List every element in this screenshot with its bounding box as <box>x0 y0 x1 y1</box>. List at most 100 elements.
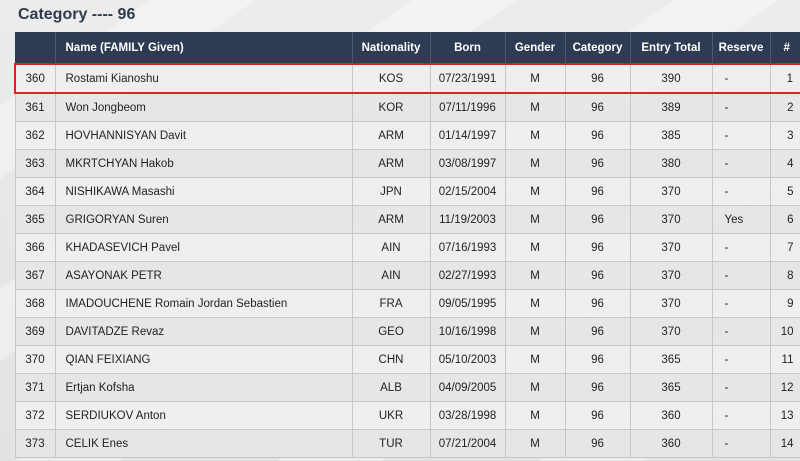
cell-id: 367 <box>14 261 56 290</box>
cell-entry-total: 390 <box>629 63 713 94</box>
cell-born: 07/11/1996 <box>429 92 506 122</box>
cell-category: 96 <box>564 121 631 150</box>
cell-id: 364 <box>14 177 56 206</box>
column-header-born[interactable]: Born <box>429 32 505 64</box>
cell-nationality: ARM <box>351 149 431 178</box>
cell-category: 96 <box>564 289 631 318</box>
cell-gender: M <box>504 429 566 458</box>
table-row[interactable]: 361 Won Jongbeom KOR 07/11/1996 M 96 389-2 <box>14 92 800 122</box>
cell-name: MKRTCHYAN Hakob <box>54 149 353 178</box>
cell-name: CELIK Enes <box>54 429 353 458</box>
cell-born: 04/09/2005 <box>429 373 506 402</box>
table-row-highlighted[interactable]: 360 Rostami Kianoshu KOS 07/23/1991 M 96 390-1 <box>14 63 800 94</box>
column-header-reserve[interactable]: Reserve <box>711 32 770 64</box>
cell-number: 1 <box>769 63 800 94</box>
cell-number: 14 <box>769 429 800 458</box>
cell-entry-total: 360 <box>629 401 713 430</box>
cell-gender: M <box>504 92 566 122</box>
cell-category: 96 <box>564 401 631 430</box>
table-row[interactable]: 370 QIAN FEIXIANG CHN 05/10/2003 M 96 365-11 <box>14 345 800 374</box>
cell-reserve: - <box>711 317 771 346</box>
cell-number: 8 <box>769 261 800 290</box>
cell-reserve: - <box>711 149 771 178</box>
cell-category: 96 <box>564 63 631 94</box>
cell-entry-total: 370 <box>629 289 713 318</box>
table-row[interactable]: 365 GRIGORYAN Suren ARM 11/19/2003 M 96 370 Yes… <box>14 205 800 234</box>
cell-gender: M <box>504 261 566 290</box>
table-row[interactable]: 367 ASAYONAK PETR AIN 02/27/1993 M 96 370-8 <box>14 261 800 290</box>
cell-number: 9 <box>769 289 800 318</box>
cell-name: Won Jongbeom <box>54 92 353 122</box>
cell-category: 96 <box>564 373 631 402</box>
table-row[interactable]: 362 HOVHANNISYAN Davit ARM 01/14/1997 M 96 385… <box>14 121 800 150</box>
page-title: Category ---- 96 <box>18 6 136 23</box>
cell-reserve: - <box>711 177 771 206</box>
table-row[interactable]: 368 IMADOUCHENE Romain Jordan Sebastien FR… <box>14 289 800 318</box>
cell-id: 360 <box>14 63 56 94</box>
table-row[interactable]: 371 Ertjan Kofsha ALB 04/09/2005 M 96 365-12 <box>14 373 800 402</box>
table-header-row: Name (FAMILY Given) Nationality Born Gen… <box>15 32 800 64</box>
cell-id: 372 <box>14 401 56 430</box>
cell-number: 11 <box>769 345 800 374</box>
cell-nationality: ALB <box>351 373 431 402</box>
cell-gender: M <box>504 233 566 262</box>
cell-category: 96 <box>564 345 631 374</box>
table-row[interactable]: 373 CELIK Enes TUR 07/21/2004 M 96 360-14 <box>14 429 800 458</box>
column-header-category[interactable]: Category <box>564 32 630 64</box>
cell-nationality: AIN <box>351 261 431 290</box>
cell-nationality: ARM <box>351 121 431 150</box>
cell-id: 366 <box>14 233 56 262</box>
column-header-name[interactable]: Name (FAMILY Given) <box>54 32 352 64</box>
cell-number: 10 <box>769 317 800 346</box>
cell-id: 363 <box>14 149 56 178</box>
cell-born: 03/08/1997 <box>429 149 506 178</box>
table-row[interactable]: 366 KHADASEVICH Pavel AIN 07/16/1993 M 96 370-… <box>14 233 800 262</box>
cell-born: 07/21/2004 <box>429 429 506 458</box>
cell-name: GRIGORYAN Suren <box>54 205 353 234</box>
cell-name: HOVHANNISYAN Davit <box>54 121 353 150</box>
cell-number: 5 <box>769 177 800 206</box>
cell-name: DAVITADZE Revaz <box>54 317 353 346</box>
cell-nationality: TUR <box>351 429 431 458</box>
cell-name: Rostami Kianoshu <box>54 63 353 94</box>
column-header-number[interactable]: # <box>769 32 800 64</box>
cell-reserve: - <box>711 121 771 150</box>
cell-reserve: - <box>711 261 771 290</box>
table-body: 360 Rostami Kianoshu KOS 07/23/1991 M 96 390-1… <box>14 63 800 458</box>
cell-id: 362 <box>14 121 56 150</box>
column-header-gender[interactable]: Gender <box>504 32 565 64</box>
cell-category: 96 <box>564 92 631 122</box>
cell-number: 3 <box>769 121 800 150</box>
cell-gender: M <box>504 345 566 374</box>
cell-category: 96 <box>564 317 631 346</box>
cell-nationality: AIN <box>351 233 431 262</box>
cell-entry-total: 360 <box>629 429 713 458</box>
table-row[interactable]: 364 NISHIKAWA Masashi JPN 02/15/2004 M 96 370-… <box>14 177 800 206</box>
cell-born: 09/05/1995 <box>429 289 506 318</box>
cell-nationality: JPN <box>351 177 431 206</box>
cell-gender: M <box>504 121 566 150</box>
cell-gender: M <box>504 149 566 178</box>
cell-name: SERDIUKOV Anton <box>54 401 353 430</box>
table-row[interactable]: 369 DAVITADZE Revaz GEO 10/16/1998 M 96 370-10 <box>14 317 800 346</box>
cell-category: 96 <box>564 205 631 234</box>
table-row[interactable]: 372 SERDIUKOV Anton UKR 03/28/1998 M 96 360-13 <box>14 401 800 430</box>
column-header-entry-total[interactable]: Entry Total <box>629 32 712 64</box>
cell-reserve: - <box>711 345 771 374</box>
cell-entry-total: 370 <box>629 317 713 346</box>
cell-entry-total: 385 <box>629 121 713 150</box>
cell-name: KHADASEVICH Pavel <box>54 233 353 262</box>
cell-id: 371 <box>14 373 56 402</box>
table-row[interactable]: 363 MKRTCHYAN Hakob ARM 03/08/1997 M 96 380-4 <box>14 149 800 178</box>
cell-category: 96 <box>564 261 631 290</box>
cell-entry-total: 370 <box>629 233 713 262</box>
column-header-nationality[interactable]: Nationality <box>351 32 430 64</box>
cell-id: 361 <box>14 92 56 122</box>
cell-reserve: - <box>711 233 771 262</box>
cell-gender: M <box>504 317 566 346</box>
cell-gender: M <box>504 63 566 94</box>
cell-reserve: - <box>711 373 771 402</box>
cell-number: 12 <box>769 373 800 402</box>
column-header-id <box>15 32 55 64</box>
cell-born: 07/16/1993 <box>429 233 506 262</box>
